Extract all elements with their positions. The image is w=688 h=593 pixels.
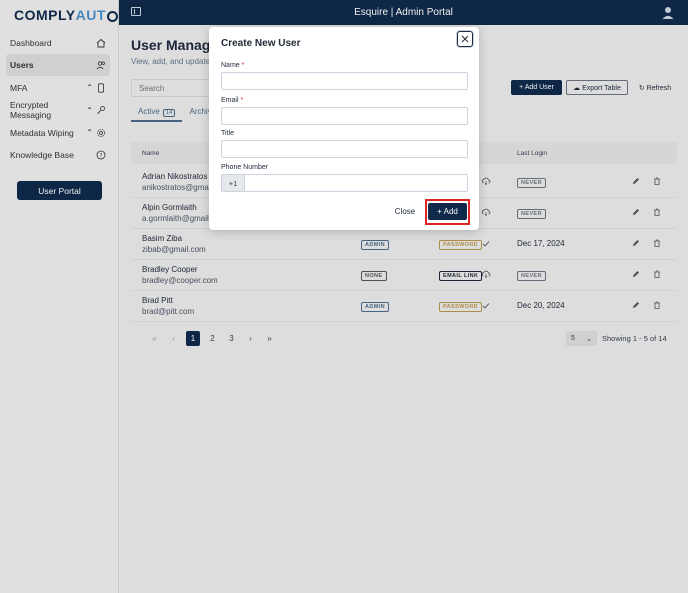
phone-country-code: +1 [221,174,245,192]
modal-title: Create New User [221,38,301,49]
email-input[interactable] [221,107,468,125]
required-mark: * [241,62,245,69]
required-mark: * [240,97,244,104]
title-label: Title [221,130,234,137]
name-label-text: Name [221,62,240,69]
email-label: Email * [221,97,243,104]
email-label-text: Email [221,97,239,104]
name-input[interactable] [221,72,468,90]
title-input[interactable] [221,140,468,158]
phone-input[interactable] [245,174,468,192]
close-icon[interactable] [457,31,473,47]
phone-label: Phone Number [221,164,269,171]
name-label: Name * [221,62,244,69]
add-button[interactable]: + Add [428,203,467,220]
close-button[interactable]: Close [389,203,421,220]
create-user-modal: Create New User Name * Email * Title Pho… [209,27,479,230]
